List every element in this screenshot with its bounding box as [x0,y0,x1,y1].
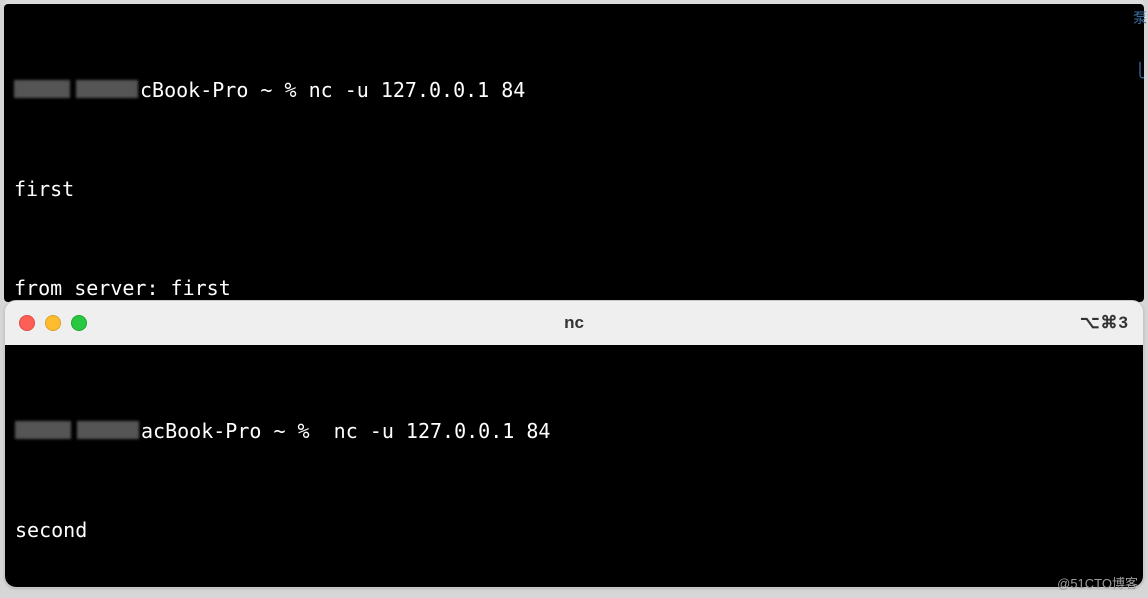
redacted-host [77,421,139,439]
right-page-slice: 泵 ⎩ [1132,8,1148,158]
maximize-icon[interactable] [71,315,87,331]
redacted-host [76,80,138,98]
prompt-command: ~ % nc -u 127.0.0.1 84 [248,74,525,107]
close-icon[interactable] [19,315,35,331]
terminal-pane-top[interactable]: cBook-Pro ~ % nc -u 127.0.0.1 84 first f… [4,4,1144,302]
prompt-line-top: cBook-Pro ~ % nc -u 127.0.0.1 84 [14,74,1134,107]
terminal-output-line: second [15,514,1133,547]
decorative-glyph: 泵 [1133,8,1147,28]
prompt-host-suffix: cBook-Pro [140,74,248,107]
decorative-glyph: ⎩ [1135,62,1146,79]
window-title: nc [5,313,1143,333]
terminal-output-line: first [14,173,1134,206]
redacted-user [14,80,70,98]
window-tab-shortcut: ⌥⌘3 [1080,313,1129,333]
terminal-pane-bottom[interactable]: acBook-Pro ~ % nc -u 127.0.0.1 84 second… [5,345,1143,587]
terminal-output-line: from server: first [14,272,1134,302]
window-traffic-lights [19,315,87,331]
prompt-host-suffix: acBook-Pro [141,415,261,448]
window-titlebar[interactable]: nc ⌥⌘3 [5,301,1143,346]
prompt-line-bottom: acBook-Pro ~ % nc -u 127.0.0.1 84 [15,415,1133,448]
redacted-user [15,421,71,439]
prompt-command: ~ % nc -u 127.0.0.1 84 [261,415,550,448]
terminal-window-bottom: nc ⌥⌘3 acBook-Pro ~ % nc -u 127.0.0.1 84… [4,300,1144,588]
minimize-icon[interactable] [45,315,61,331]
watermark-text: @51CTO博客 [1057,573,1138,592]
